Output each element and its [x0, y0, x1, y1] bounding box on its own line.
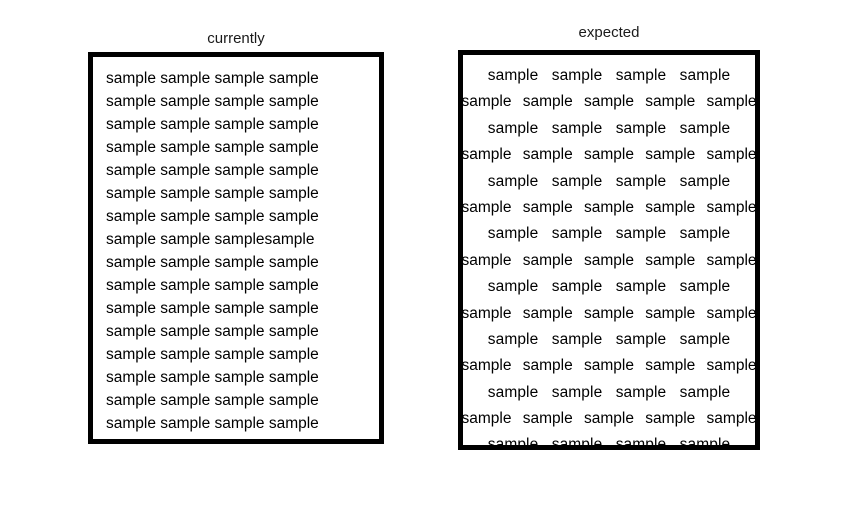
caption-expected: expected [578, 24, 640, 41]
sample-line: sample sample sample sample sample [461, 93, 757, 111]
caption-currently: currently [207, 30, 265, 47]
sample-line: sample sample sample sample [106, 415, 319, 432]
text-lines-currently: sample sample sample sample sample sample… [106, 67, 375, 435]
sample-line: sample sample sample sample sample [461, 146, 757, 164]
sample-line: sample sample sample sample [106, 116, 319, 133]
sample-line: sample sample sample sample [106, 369, 319, 386]
sample-line: sample sample sample sample [106, 277, 319, 294]
sample-line: sample sample sample sample [106, 254, 319, 271]
sample-line: sample sample sample sample [106, 300, 319, 317]
sample-line: sample sample sample sample [106, 346, 319, 363]
text-lines-expected: sample sample sample sample sample sample… [463, 63, 755, 450]
sample-line: sample sample sample sample [106, 185, 319, 202]
sample-line: sample sample sample sample sample [461, 357, 757, 375]
sample-line: sample sample sample sample [487, 172, 731, 190]
sample-line: sample sample sample sample sample [461, 304, 757, 322]
sample-line: sample sample sample sample [487, 383, 731, 401]
sample-line: sample sample sample sample [106, 392, 319, 409]
sample-line: sample sample sample sample [106, 208, 319, 225]
sample-line: sample sample sample sample [106, 323, 319, 340]
sample-line: sample sample sample sample [487, 436, 731, 450]
sample-line: sample sample sample sample [487, 67, 731, 84]
text-box-expected: sample sample sample sample sample sample… [458, 50, 760, 450]
sample-line: sample sample sample sample [487, 330, 731, 348]
sample-line: sample sample sample sample [487, 278, 731, 296]
sample-line: sample sample sample sample sample [461, 198, 757, 216]
sample-line: sample sample sample sample sample [461, 251, 757, 269]
sample-line: sample sample sample sample [487, 225, 731, 243]
sample-line: sample sample sample sample sample [461, 410, 757, 428]
sample-line: sample sample sample sample [106, 93, 319, 110]
sample-line: sample sample samplesample [106, 231, 315, 248]
sample-line: sample sample sample sample [106, 139, 319, 156]
sample-line: sample sample sample sample [487, 119, 731, 137]
sample-line: sample sample sample sample [106, 70, 319, 87]
text-box-currently: sample sample sample sample sample sample… [88, 52, 384, 444]
sample-line: sample sample sample sample [106, 162, 319, 179]
